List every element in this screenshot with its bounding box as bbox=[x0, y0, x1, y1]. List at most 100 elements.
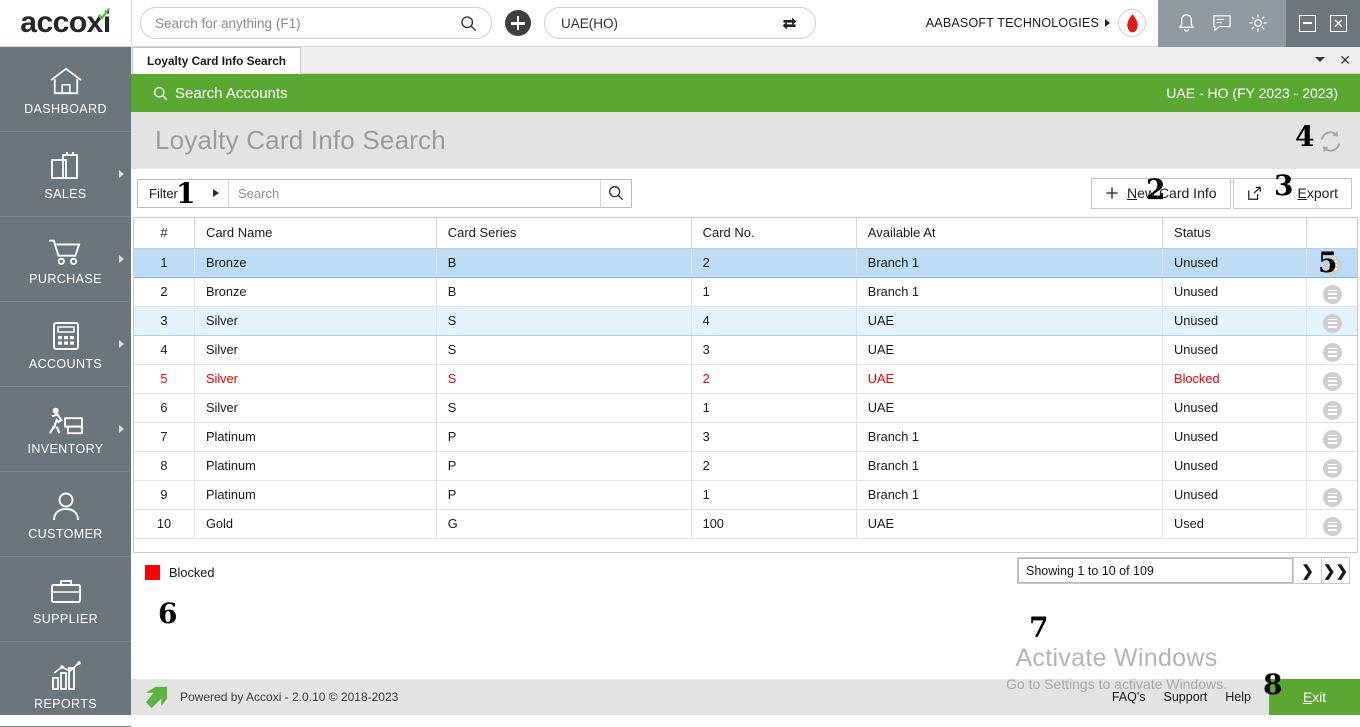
next-page-button[interactable]: ❯ bbox=[1293, 558, 1321, 583]
tab-loyalty-card-info-search[interactable]: Loyalty Card Info Search bbox=[132, 47, 301, 74]
cell-actions[interactable] bbox=[1307, 335, 1357, 364]
search-input[interactable] bbox=[155, 16, 460, 31]
cell-card-no: 3 bbox=[691, 422, 856, 451]
cell-status: Unused bbox=[1163, 422, 1307, 451]
cell-card-no: 1 bbox=[691, 393, 856, 422]
messages-button[interactable] bbox=[1204, 0, 1240, 47]
footer-link-faqs[interactable]: FAQ's bbox=[1112, 690, 1146, 704]
cell-actions[interactable] bbox=[1307, 422, 1357, 451]
settings-button[interactable] bbox=[1240, 0, 1276, 47]
cell-actions[interactable] bbox=[1307, 364, 1357, 393]
cell-actions[interactable] bbox=[1307, 248, 1357, 277]
table-row[interactable]: 9PlatinumP1Branch 1Unused bbox=[134, 480, 1357, 509]
footer-links: FAQ's Support Help bbox=[1112, 690, 1251, 704]
cell-actions[interactable] bbox=[1307, 480, 1357, 509]
cell-card-series: B bbox=[436, 248, 691, 277]
row-menu-icon[interactable] bbox=[1323, 517, 1342, 536]
export-button[interactable]: Export bbox=[1233, 178, 1352, 209]
branch-selector[interactable]: UAE(HO) bbox=[544, 7, 816, 39]
cell-card-name: Platinum bbox=[194, 422, 436, 451]
cell-actions[interactable] bbox=[1307, 306, 1357, 335]
footer-link-help[interactable]: Help bbox=[1225, 690, 1251, 704]
row-menu-icon[interactable] bbox=[1323, 314, 1342, 333]
new-card-info-button[interactable]: New Card Info bbox=[1091, 178, 1231, 209]
cell-index: 6 bbox=[134, 393, 194, 422]
message-icon bbox=[1212, 14, 1232, 32]
sidebar-item-sales[interactable]: SALES bbox=[0, 132, 131, 217]
sidebar-item-label: INVENTORY bbox=[27, 442, 103, 456]
table-row[interactable]: 4SilverS3UAEUnused bbox=[134, 335, 1357, 364]
green-header-bar: Search Accounts UAE - HO (FY 2023 - 2023… bbox=[131, 74, 1360, 112]
fiscal-year-label: UAE - HO (FY 2023 - 2023) bbox=[1166, 85, 1338, 101]
main-content: Loyalty Card Info Search ✕ Search Accoun… bbox=[131, 47, 1360, 715]
table-row[interactable]: 6SilverS1UAEUnused bbox=[134, 393, 1357, 422]
column-header-index[interactable]: # bbox=[134, 218, 194, 248]
footer-link-support[interactable]: Support bbox=[1164, 690, 1208, 704]
chevron-right-icon bbox=[1105, 19, 1110, 27]
sidebar-item-dashboard[interactable]: DASHBOARD bbox=[0, 47, 131, 132]
exit-button[interactable]: Exit bbox=[1269, 679, 1360, 715]
legend-label: Blocked bbox=[169, 565, 215, 580]
row-menu-icon[interactable] bbox=[1323, 488, 1342, 507]
refresh-button[interactable] bbox=[1317, 128, 1344, 160]
branch-value: UAE(HO) bbox=[561, 16, 780, 31]
row-menu-icon[interactable] bbox=[1323, 372, 1342, 391]
row-menu-icon[interactable] bbox=[1323, 459, 1342, 478]
organization-area[interactable]: AABASOFT TECHNOLOGIES bbox=[926, 0, 1158, 47]
table-row[interactable]: 5SilverS2UAEBlocked bbox=[134, 364, 1357, 393]
table-row[interactable]: 1BronzeB2Branch 1Unused bbox=[134, 248, 1357, 277]
sidebar-item-inventory[interactable]: INVENTORY bbox=[0, 387, 131, 472]
cell-actions[interactable] bbox=[1307, 451, 1357, 480]
row-menu-icon[interactable] bbox=[1323, 285, 1342, 304]
cell-available-at: UAE bbox=[856, 509, 1162, 538]
column-header-card-no[interactable]: Card No. bbox=[691, 218, 856, 248]
table-row[interactable]: 2BronzeB1Branch 1Unused bbox=[134, 277, 1357, 306]
notifications-button[interactable] bbox=[1168, 0, 1204, 47]
filter-dropdown[interactable]: Filter bbox=[138, 180, 229, 207]
last-page-button[interactable]: ❯❯ bbox=[1321, 558, 1349, 583]
chevron-down-icon[interactable] bbox=[1315, 57, 1325, 62]
chevron-right-icon bbox=[119, 340, 124, 348]
table-row[interactable]: 3SilverS4UAEUnused bbox=[134, 306, 1357, 335]
cell-status: Unused bbox=[1163, 248, 1307, 277]
search-submit-button[interactable] bbox=[600, 180, 631, 207]
cell-actions[interactable] bbox=[1307, 277, 1357, 306]
add-new-button[interactable] bbox=[505, 10, 531, 36]
chevron-right-icon bbox=[119, 170, 124, 178]
row-menu-icon[interactable] bbox=[1323, 430, 1342, 449]
sidebar-item-accounts[interactable]: ACCOUNTS bbox=[0, 302, 131, 387]
minimize-button[interactable] bbox=[1292, 0, 1323, 47]
footer-bar: Powered by Accoxi - 2.0.10 © 2018-2023 F… bbox=[131, 679, 1360, 715]
global-search[interactable] bbox=[140, 7, 492, 39]
exit-label: Exit bbox=[1303, 689, 1326, 705]
close-button[interactable]: ✕ bbox=[1323, 0, 1354, 47]
cell-card-series: S bbox=[436, 393, 691, 422]
row-menu-icon[interactable] bbox=[1323, 343, 1342, 362]
cell-card-name: Bronze bbox=[194, 248, 436, 277]
column-header-available-at[interactable]: Available At bbox=[856, 218, 1162, 248]
sidebar-item-purchase[interactable]: PURCHASE bbox=[0, 217, 131, 302]
row-menu-icon[interactable] bbox=[1323, 256, 1342, 275]
toolbar-actions: New Card Info Export bbox=[1091, 178, 1352, 209]
table-row[interactable]: 8PlatinumP2Branch 1Unused bbox=[134, 451, 1357, 480]
column-header-card-name[interactable]: Card Name bbox=[194, 218, 436, 248]
person-icon bbox=[50, 487, 82, 525]
sidebar-item-reports[interactable]: REPORTS bbox=[0, 642, 131, 727]
row-menu-icon[interactable] bbox=[1323, 401, 1342, 420]
cell-actions[interactable] bbox=[1307, 393, 1357, 422]
close-icon[interactable]: ✕ bbox=[1339, 53, 1351, 67]
cell-card-series: B bbox=[436, 277, 691, 306]
switch-branch-icon[interactable] bbox=[780, 14, 799, 33]
column-header-card-series[interactable]: Card Series bbox=[436, 218, 691, 248]
table-row[interactable]: 10GoldG100UAEUsed bbox=[134, 509, 1357, 538]
column-header-status[interactable]: Status bbox=[1163, 218, 1307, 248]
sidebar-item-customer[interactable]: CUSTOMER bbox=[0, 472, 131, 557]
cell-actions[interactable] bbox=[1307, 509, 1357, 538]
legend-row: Blocked Showing 1 to 10 of 109 ❯ ❯❯ bbox=[131, 553, 1360, 591]
avatar[interactable] bbox=[1118, 9, 1146, 37]
briefcase-icon bbox=[49, 572, 83, 610]
table-row[interactable]: 7PlatinumP3Branch 1Unused bbox=[134, 422, 1357, 451]
cell-status: Blocked bbox=[1163, 364, 1307, 393]
sidebar-item-supplier[interactable]: SUPPLIER bbox=[0, 557, 131, 642]
table-search-input[interactable] bbox=[229, 186, 600, 201]
